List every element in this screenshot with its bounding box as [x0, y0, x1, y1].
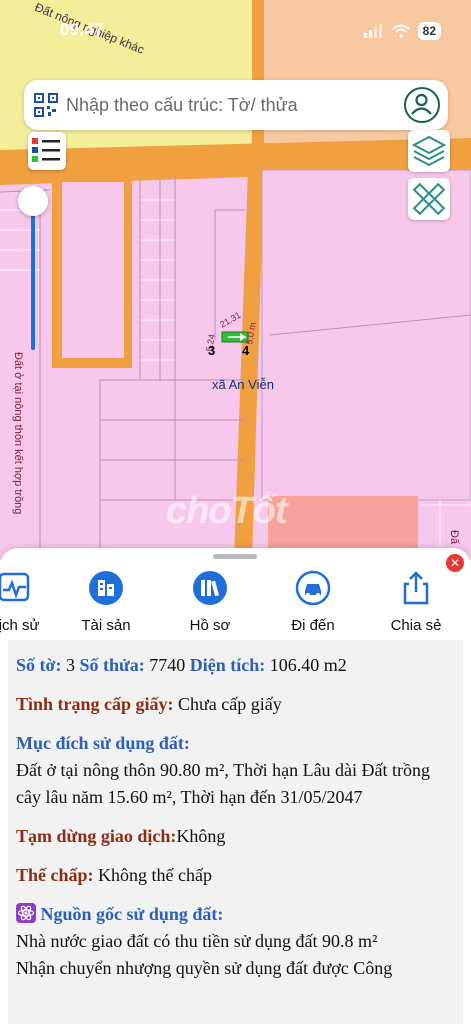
user-icon	[411, 93, 432, 115]
certificate-status-label: Tình trạng cấp giấy:	[16, 694, 174, 714]
battery-indicator: 82	[417, 22, 441, 40]
map-zone-label-left: Đất ở tại nông thôn kết hợp trồng	[12, 352, 24, 515]
place-name-label: xã An Viễn	[212, 377, 274, 392]
share-icon	[403, 571, 429, 605]
action-label: Tài sản	[81, 617, 131, 634]
sheet-number-value: 3	[65, 655, 75, 675]
buildings-icon	[89, 571, 123, 605]
car-icon	[295, 570, 331, 606]
qr-code-icon[interactable]	[34, 93, 58, 117]
parcel-id-row: Số tờ: 3 Số thửa: 7740 Diện tích: 106.40…	[16, 652, 455, 679]
history-icon	[0, 572, 30, 602]
parcel-details: Số tờ: 3 Số thửa: 7740 Diện tích: 106.40…	[8, 640, 463, 1024]
legend-icon	[32, 138, 60, 162]
area-label: Diện tích:	[189, 655, 266, 675]
layers-button[interactable]	[408, 130, 450, 172]
land-origin-row: Nguồn gốc sử dụng đất: Nhà nước giao đất…	[16, 901, 455, 982]
action-share[interactable]: Chia sẻ	[371, 570, 461, 634]
signal-icon	[363, 24, 382, 38]
search-input[interactable]	[66, 88, 396, 122]
map-view[interactable]: 5.24 21.31 5.0 m Đất nông nghiệp khác Đấ…	[0, 0, 471, 560]
status-icons: 82	[363, 22, 441, 40]
layers-icon	[411, 135, 447, 167]
status-bar: 09:47 82	[0, 18, 471, 46]
land-origin-label: Nguồn gốc sử dụng đất:	[40, 904, 224, 924]
action-label: Chia sẻ	[390, 617, 442, 634]
transaction-suspension-row: Tạm dừng giao dịch:Không	[16, 823, 455, 850]
watermark: choTốt	[166, 490, 288, 532]
map-zone-label-right: Đấ	[448, 530, 460, 545]
legend-menu-button[interactable]	[28, 132, 66, 170]
mortgage-label: Thế chấp:	[16, 865, 94, 885]
sheet-number-label: Số tờ:	[16, 655, 62, 675]
transaction-suspension-value: Không	[176, 826, 226, 846]
search-bar	[24, 80, 448, 130]
land-use-value: Đất ở tại nông thôn 90.80 m², Thời hạn L…	[16, 760, 431, 807]
certificate-status-row: Tình trạng cấp giấy: Chưa cấp giấy	[16, 691, 455, 718]
parcel-number-left: 3	[208, 343, 216, 358]
mortgage-row: Thế chấp: Không thế chấp	[16, 862, 455, 889]
action-history[interactable]: Lịch sử	[0, 570, 60, 634]
close-icon: ✕	[449, 556, 461, 570]
avatar[interactable]	[404, 87, 440, 123]
land-use-row: Mục đích sử dụng đất: Đất ở tại nông thô…	[16, 730, 455, 811]
action-records[interactable]: Hồ sơ	[165, 570, 255, 634]
parcel-number-right: 4	[242, 343, 250, 358]
area-value: 106.40 m2	[269, 655, 347, 675]
action-label: Hồ sơ	[189, 617, 231, 634]
status-time: 09:47	[60, 20, 104, 39]
action-label: Đi đến	[291, 617, 335, 634]
action-directions[interactable]: Đi đến	[268, 570, 358, 634]
ruler-icon	[412, 182, 446, 216]
zoom-slider-track[interactable]	[31, 200, 35, 350]
books-icon	[193, 571, 227, 605]
sheet-drag-handle[interactable]	[213, 554, 257, 559]
wifi-icon	[391, 24, 410, 38]
parcel-info-sheet: ✕ Lịch sử Tài sản	[0, 548, 471, 1024]
plot-number-value: 7740	[149, 655, 186, 675]
land-origin-line-1: Nhà nước giao đất có thu tiền sử dụng đấ…	[16, 931, 378, 951]
land-use-label: Mục đích sử dụng đất:	[16, 733, 190, 753]
transaction-suspension-label: Tạm dừng giao dịch:	[16, 826, 177, 846]
atom-icon	[16, 903, 36, 923]
land-origin-line-2: Nhận chuyển nhượng quyền sử dụng đất đượ…	[16, 958, 393, 978]
zoom-slider-handle[interactable]	[18, 186, 48, 216]
action-bar: Lịch sử Tài sản Hồ sơ	[0, 570, 471, 634]
measure-button[interactable]	[408, 178, 450, 220]
action-label: Lịch sử	[0, 617, 40, 634]
mortgage-value: Không thế chấp	[98, 865, 212, 885]
action-assets[interactable]: Tài sản	[61, 570, 151, 634]
certificate-status-value: Chưa cấp giấy	[178, 694, 282, 714]
plot-number-label: Số thửa:	[79, 655, 145, 675]
